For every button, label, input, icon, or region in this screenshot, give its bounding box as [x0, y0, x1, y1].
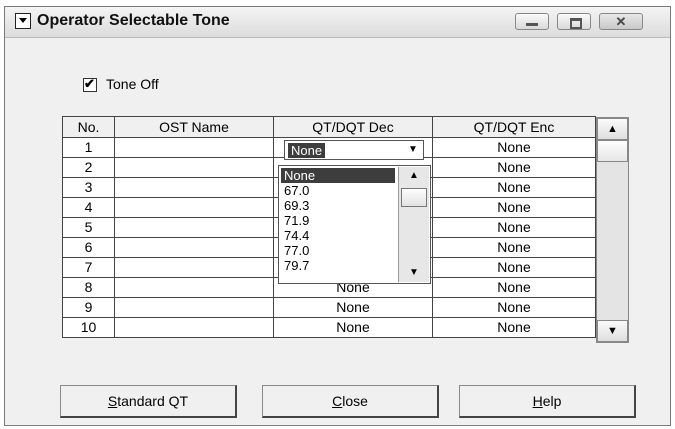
close-icon: ✕: [615, 14, 627, 29]
enc-cell[interactable]: None: [433, 198, 596, 218]
dropdown-option[interactable]: 77.0: [281, 243, 395, 258]
row-number-cell: 6: [62, 238, 115, 258]
mnemonic-letter: C: [332, 393, 343, 409]
row-number-cell: 10: [62, 318, 115, 338]
window-title: Operator Selectable Tone: [37, 12, 230, 29]
dec-dropdown-list: ▲ ▼ None 67.0 69.3 71.9 74.4 77.0 79.7: [278, 165, 431, 284]
row-number-cell: 2: [62, 158, 115, 178]
maximize-button[interactable]: [557, 13, 591, 30]
minimize-icon: [526, 23, 538, 26]
dec-cell[interactable]: None: [274, 298, 433, 318]
row-number-cell: 4: [62, 198, 115, 218]
dropdown-scrollbar[interactable]: ▲ ▼: [398, 167, 429, 282]
dropdown-option[interactable]: 69.3: [281, 198, 395, 213]
button-label: elp: [542, 393, 562, 409]
tone-off-checkbox[interactable]: ✔: [83, 76, 97, 92]
mnemonic-letter: S: [107, 393, 118, 409]
maximize-icon: [570, 18, 582, 29]
help-button[interactable]: Help: [459, 385, 636, 418]
ost-name-cell[interactable]: [115, 198, 274, 218]
dec-combobox-value: None: [288, 143, 326, 158]
enc-cell[interactable]: None: [433, 218, 596, 238]
enc-cell[interactable]: None: [433, 258, 596, 278]
dropdown-option[interactable]: 74.4: [281, 228, 395, 243]
dropdown-scroll-thumb[interactable]: [401, 188, 427, 207]
dropdown-scroll-down-button[interactable]: ▼: [399, 264, 429, 282]
table-vertical-scrollbar[interactable]: ▲ ▼: [596, 117, 629, 343]
title-bar[interactable]: Operator Selectable Tone ✕: [5, 7, 670, 38]
enc-cell[interactable]: None: [433, 318, 596, 338]
checkmark-icon: ✔: [84, 76, 95, 91]
dropdown-option[interactable]: 67.0: [281, 183, 395, 198]
header-dec: QT/DQT Dec: [274, 116, 433, 138]
ost-name-cell[interactable]: [115, 318, 274, 338]
dec-cell[interactable]: None: [274, 318, 433, 338]
scroll-up-icon: ▲: [607, 123, 618, 135]
enc-cell[interactable]: None: [433, 138, 596, 158]
header-no: No.: [62, 116, 115, 138]
ost-name-cell[interactable]: [115, 158, 274, 178]
dec-combobox[interactable]: None ▼: [284, 140, 424, 160]
enc-cell[interactable]: None: [433, 158, 596, 178]
close-button[interactable]: Close: [262, 385, 439, 418]
ost-name-cell[interactable]: [115, 218, 274, 238]
ost-name-cell[interactable]: [115, 238, 274, 258]
ost-name-cell[interactable]: [115, 138, 274, 158]
header-enc: QT/DQT Enc: [433, 116, 596, 138]
header-ost-name: OST Name: [115, 116, 274, 138]
system-menu-icon[interactable]: [15, 13, 31, 29]
scroll-down-icon: ▼: [607, 325, 618, 337]
button-label: tandard QT: [117, 393, 189, 409]
row-number-cell: 8: [62, 278, 115, 298]
row-number-cell: 9: [62, 298, 115, 318]
ost-name-cell[interactable]: [115, 298, 274, 318]
mnemonic-letter: H: [532, 393, 543, 409]
scroll-down-button[interactable]: ▼: [597, 320, 628, 342]
enc-cell[interactable]: None: [433, 278, 596, 298]
row-number-cell: 5: [62, 218, 115, 238]
enc-cell[interactable]: None: [433, 178, 596, 198]
row-number-cell: 3: [62, 178, 115, 198]
scroll-thumb[interactable]: [597, 140, 628, 162]
scroll-down-icon: ▼: [409, 267, 419, 278]
tone-off-label[interactable]: Tone Off: [106, 76, 159, 92]
row-number-cell: 1: [62, 138, 115, 158]
dropdown-option[interactable]: 79.7: [281, 258, 395, 273]
scroll-up-button[interactable]: ▲: [597, 118, 628, 140]
standard-qt-button[interactable]: Standard QT: [60, 385, 237, 418]
ost-name-cell[interactable]: [115, 178, 274, 198]
ost-name-cell[interactable]: [115, 258, 274, 278]
dropdown-scroll-up-button[interactable]: ▲: [399, 167, 429, 185]
ost-name-cell[interactable]: [115, 278, 274, 298]
button-label: lose: [342, 393, 368, 409]
enc-cell[interactable]: None: [433, 238, 596, 258]
minimize-button[interactable]: [515, 13, 549, 30]
dropdown-option[interactable]: 71.9: [281, 213, 395, 228]
row-number-cell: 7: [62, 258, 115, 278]
combo-arrow-icon[interactable]: ▼: [404, 142, 422, 158]
scroll-up-icon: ▲: [409, 170, 419, 181]
dropdown-option[interactable]: None: [281, 168, 395, 183]
enc-cell[interactable]: None: [433, 298, 596, 318]
close-window-button[interactable]: ✕: [599, 13, 643, 30]
